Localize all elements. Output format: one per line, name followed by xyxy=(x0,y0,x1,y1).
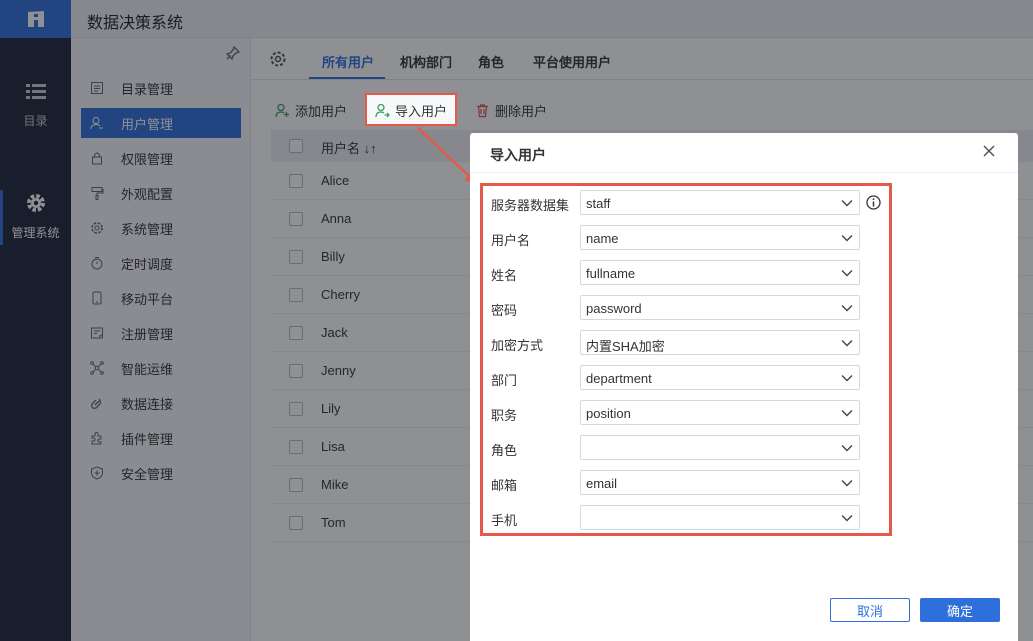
chevron-down-icon xyxy=(841,445,853,452)
field-label: 邮箱 xyxy=(491,478,518,493)
import-user-icon xyxy=(375,103,390,118)
field-label: 密码 xyxy=(491,303,518,318)
chevron-down-icon xyxy=(841,200,853,207)
department-select[interactable]: department xyxy=(580,365,860,390)
import-user-label: 导入用户 xyxy=(395,104,448,119)
chevron-down-icon xyxy=(841,305,853,312)
cancel-button[interactable]: 取消 xyxy=(830,598,910,622)
field-label: 手机 xyxy=(491,513,518,528)
select-value: 内置SHA加密 xyxy=(586,339,665,354)
field-row: 姓名 fullname xyxy=(483,260,895,286)
field-label: 姓名 xyxy=(491,268,518,283)
dialog-title: 导入用户 xyxy=(490,147,546,163)
chevron-down-icon xyxy=(841,375,853,382)
select-value: fullname xyxy=(586,266,636,281)
chevron-down-icon xyxy=(841,515,853,522)
chevron-down-icon xyxy=(841,235,853,242)
role-select[interactable] xyxy=(580,435,860,460)
field-label: 职务 xyxy=(491,408,518,423)
field-label: 加密方式 xyxy=(491,338,544,353)
select-value: staff xyxy=(586,196,611,211)
ok-button[interactable]: 确定 xyxy=(920,598,1000,622)
import-user-dialog: 导入用户 服务器数据集 staff 用户名 name 姓名 fullname 密… xyxy=(470,133,1018,641)
select-value: position xyxy=(586,406,631,421)
info-icon[interactable] xyxy=(866,195,881,210)
field-row: 手机 xyxy=(483,505,895,531)
dialog-header: 导入用户 xyxy=(470,133,1018,173)
field-label: 用户名 xyxy=(491,233,531,248)
import-button-callout[interactable]: 导入用户 xyxy=(365,93,457,126)
field-row: 职务 position xyxy=(483,400,895,426)
select-value: email xyxy=(586,476,618,491)
select-value: name xyxy=(586,231,619,246)
chevron-down-icon xyxy=(841,340,853,347)
fullname-select[interactable]: fullname xyxy=(580,260,860,285)
field-row: 部门 department xyxy=(483,365,895,391)
password-select[interactable]: password xyxy=(580,295,860,320)
chevron-down-icon xyxy=(841,270,853,277)
field-row: 邮箱 email xyxy=(483,470,895,496)
close-icon[interactable] xyxy=(982,144,998,160)
select-value: department xyxy=(586,371,652,386)
field-mapping-form: 服务器数据集 staff 用户名 name 姓名 fullname 密码 pas… xyxy=(480,183,892,536)
field-row: 用户名 name xyxy=(483,225,895,251)
username-select[interactable]: name xyxy=(580,225,860,250)
field-row: 服务器数据集 staff xyxy=(483,190,895,216)
field-row: 角色 xyxy=(483,435,895,461)
field-row: 密码 password xyxy=(483,295,895,321)
position-select[interactable]: position xyxy=(580,400,860,425)
field-label: 服务器数据集 xyxy=(491,198,570,213)
field-row: 加密方式 内置SHA加密 xyxy=(483,330,895,356)
encryption-select[interactable]: 内置SHA加密 xyxy=(580,330,860,355)
email-select[interactable]: email xyxy=(580,470,860,495)
dataset-select[interactable]: staff xyxy=(580,190,860,215)
field-label: 部门 xyxy=(491,373,518,388)
chevron-down-icon xyxy=(841,410,853,417)
phone-select[interactable] xyxy=(580,505,860,530)
chevron-down-icon xyxy=(841,480,853,487)
select-value: password xyxy=(586,301,642,316)
field-label: 角色 xyxy=(491,443,518,458)
